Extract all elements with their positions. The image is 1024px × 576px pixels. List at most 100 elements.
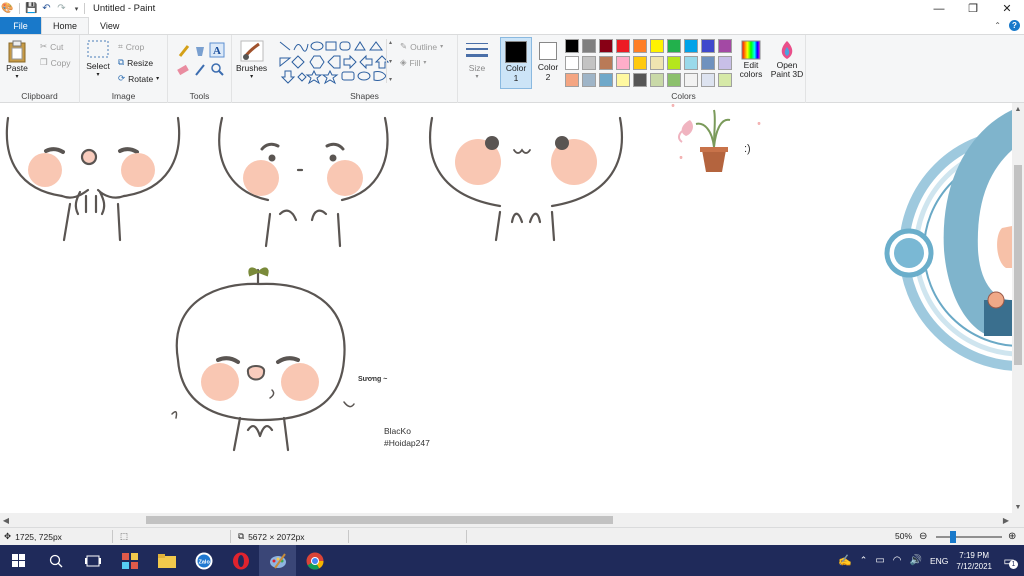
select-button[interactable]: Select ▾ <box>86 39 110 78</box>
scroll-left-icon[interactable]: ◀ <box>0 513 12 527</box>
zoom-in-icon[interactable]: ⊕ <box>1008 531 1016 542</box>
size-button[interactable]: Size ▾ <box>464 39 490 80</box>
vertical-scrollbar[interactable]: ▲ ▼ <box>1012 103 1024 513</box>
tab-file[interactable]: File <box>0 17 41 34</box>
color-swatch[interactable] <box>616 73 630 87</box>
color-swatch[interactable] <box>599 73 613 87</box>
color-swatch[interactable] <box>667 73 681 87</box>
start-windows-icon[interactable] <box>0 545 37 576</box>
file-explorer-icon[interactable] <box>148 545 185 576</box>
open-paint3d-button[interactable]: Open Paint 3D <box>766 39 808 79</box>
tab-view[interactable]: View <box>89 17 130 34</box>
language-indicator[interactable]: ENG <box>930 556 948 566</box>
color1-button[interactable]: Color 1 <box>500 37 532 89</box>
horizontal-scrollbar[interactable]: ◀ ▶ <box>0 513 1012 527</box>
shapes-scroll[interactable]: ▴ ▾ ▾ <box>386 39 394 83</box>
zalo-icon[interactable]: Zalo <box>185 545 222 576</box>
paint-app-icon[interactable]: 🎨 <box>1 3 13 14</box>
rotate-button[interactable]: ⟳ Rotate ▾ <box>118 73 159 84</box>
zoom-out-icon[interactable]: ⊖ <box>919 531 927 542</box>
shapes-gallery[interactable] <box>278 40 398 86</box>
color-picker-icon[interactable] <box>195 64 205 76</box>
clock[interactable]: 7:19 PM 7/12/2021 <box>956 550 992 572</box>
task-view-icon[interactable] <box>74 545 111 576</box>
magnifier-icon[interactable] <box>211 63 224 76</box>
plant-doodle: :) <box>671 104 761 172</box>
cut-button[interactable]: ✂ Cut <box>40 41 63 52</box>
color-swatch[interactable] <box>599 56 613 70</box>
color-swatch[interactable] <box>684 56 698 70</box>
color-swatch[interactable] <box>684 39 698 53</box>
pencil-icon[interactable] <box>178 45 190 57</box>
scroll-down-icon[interactable]: ▼ <box>1012 501 1024 513</box>
color2-button[interactable]: Color 2 <box>534 37 562 89</box>
color-swatch[interactable] <box>565 39 579 53</box>
color-swatch[interactable] <box>650 73 664 87</box>
color-swatch[interactable] <box>701 39 715 53</box>
text-icon[interactable]: A <box>209 42 225 58</box>
save-icon[interactable]: 💾 <box>25 3 37 14</box>
color-swatch[interactable] <box>650 39 664 53</box>
copy-button[interactable]: ❐ Copy <box>40 57 70 68</box>
color-swatch[interactable] <box>616 39 630 53</box>
color-swatch[interactable] <box>633 39 647 53</box>
zoom-slider[interactable] <box>936 536 1002 538</box>
color-swatch[interactable] <box>582 56 596 70</box>
volume-icon[interactable]: 🔊 <box>910 555 922 566</box>
image-size: ⧉ 5672 × 2072px <box>238 531 305 542</box>
redo-icon[interactable]: ↷ <box>56 3 67 14</box>
color-swatch[interactable] <box>633 56 647 70</box>
paste-button[interactable]: Paste ▾ <box>6 39 28 80</box>
color-swatch[interactable] <box>582 73 596 87</box>
help-icon[interactable]: ? <box>1009 20 1020 31</box>
color-swatch[interactable] <box>616 56 630 70</box>
zoom-slider-thumb[interactable] <box>950 531 956 543</box>
separator <box>112 530 113 543</box>
minimize-button[interactable]: — <box>922 0 956 17</box>
paint-taskbar-icon[interactable] <box>259 545 296 576</box>
edit-colors-button[interactable]: Edit colors <box>734 39 768 79</box>
wifi-icon[interactable]: ◠ <box>893 555 902 566</box>
color-swatch[interactable] <box>565 73 579 87</box>
tab-home[interactable]: Home <box>41 17 90 34</box>
app-grid-icon[interactable] <box>111 545 148 576</box>
battery-icon[interactable]: ▭ <box>875 555 884 566</box>
color-swatch[interactable] <box>718 56 732 70</box>
scroll-right-icon[interactable]: ▶ <box>1000 513 1012 527</box>
color-swatch[interactable] <box>582 39 596 53</box>
show-hidden-icons-icon[interactable]: ⌃ <box>860 555 868 566</box>
fill-button[interactable]: ◈ Fill ▾ <box>400 57 426 68</box>
horizontal-scroll-thumb[interactable] <box>146 516 613 524</box>
undo-icon[interactable]: ↶ <box>41 3 52 14</box>
chrome-icon[interactable] <box>296 545 333 576</box>
color-swatch[interactable] <box>650 56 664 70</box>
color-swatch[interactable] <box>565 56 579 70</box>
color-swatch[interactable] <box>599 39 613 53</box>
color-swatch[interactable] <box>667 39 681 53</box>
crop-button[interactable]: ⌗ Crop <box>118 41 144 52</box>
close-button[interactable]: ✕ <box>990 0 1024 17</box>
customize-qat-icon[interactable]: ▾ <box>71 3 82 14</box>
search-icon[interactable] <box>37 545 74 576</box>
outline-button[interactable]: ✎ Outline ▾ <box>400 41 443 52</box>
collapse-ribbon-icon[interactable]: ⌃ <box>994 21 1001 30</box>
color-swatch[interactable] <box>633 73 647 87</box>
color-swatch[interactable] <box>701 56 715 70</box>
maximize-button[interactable]: ❐ <box>956 0 990 17</box>
scroll-up-icon[interactable]: ▲ <box>1012 103 1024 115</box>
opera-icon[interactable] <box>222 545 259 576</box>
drawing-canvas[interactable]: :) Sương ~ BlacKo #Hoidap247 <box>0 103 1012 513</box>
notifications-button[interactable]: ▭ 1 <box>1000 553 1018 569</box>
color1-index: 1 <box>513 73 519 83</box>
color-swatch[interactable] <box>684 73 698 87</box>
brushes-button[interactable]: Brushes ▾ <box>236 39 267 80</box>
color-swatch[interactable] <box>701 73 715 87</box>
color-swatch[interactable] <box>718 73 732 87</box>
eraser-icon[interactable] <box>177 64 189 76</box>
pen-icon[interactable]: ✍ <box>838 554 852 567</box>
vertical-scroll-thumb[interactable] <box>1014 165 1022 365</box>
color-swatch[interactable] <box>718 39 732 53</box>
fill-bucket-icon[interactable] <box>196 47 204 56</box>
resize-button[interactable]: ⧉ Resize <box>118 57 153 68</box>
color-swatch[interactable] <box>667 56 681 70</box>
